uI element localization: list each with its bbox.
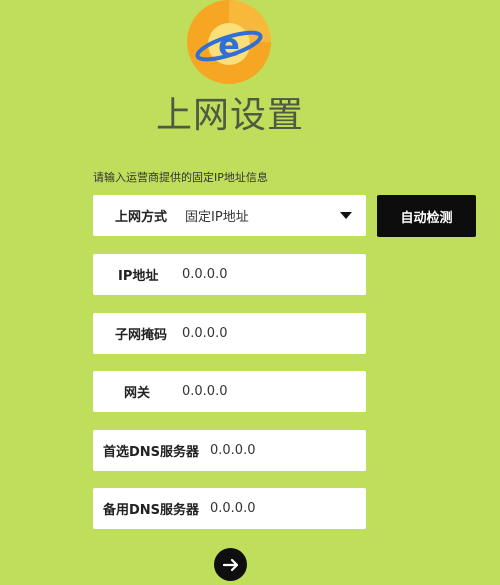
ip-address-field[interactable]: IP地址 0.0.0.0	[93, 254, 366, 295]
secondary-dns-field[interactable]: 备用DNS服务器 0.0.0.0	[93, 488, 366, 529]
instruction-text: 请输入运营商提供的固定IP地址信息	[93, 171, 268, 184]
gateway-value: 0.0.0.0	[182, 384, 228, 399]
page-title: 上网设置	[155, 95, 304, 136]
connection-type-value: 固定IP地址	[185, 210, 249, 225]
primary-dns-field[interactable]: 首选DNS服务器 0.0.0.0	[93, 430, 366, 471]
arrow-right-icon	[222, 558, 238, 571]
next-button[interactable]	[214, 548, 247, 581]
subnet-mask-field[interactable]: 子网掩码 0.0.0.0	[93, 313, 366, 354]
secondary-dns-label: 备用DNS服务器	[103, 503, 200, 518]
chevron-down-icon	[340, 212, 352, 219]
auto-detect-button[interactable]: 自动检测	[377, 195, 476, 237]
primary-dns-value: 0.0.0.0	[210, 443, 256, 458]
gateway-label: 网关	[124, 386, 151, 401]
primary-dns-label: 首选DNS服务器	[103, 445, 200, 460]
ip-address-label: IP地址	[118, 269, 159, 284]
connection-type-select[interactable]: 上网方式 固定IP地址	[93, 195, 366, 236]
ip-address-value: 0.0.0.0	[182, 267, 228, 282]
gateway-field[interactable]: 网关 0.0.0.0	[93, 371, 366, 412]
subnet-mask-value: 0.0.0.0	[182, 326, 228, 341]
logo-icon: e	[187, 0, 271, 84]
connection-type-label: 上网方式	[115, 210, 168, 225]
subnet-mask-label: 子网掩码	[115, 328, 168, 343]
secondary-dns-value: 0.0.0.0	[210, 501, 256, 516]
